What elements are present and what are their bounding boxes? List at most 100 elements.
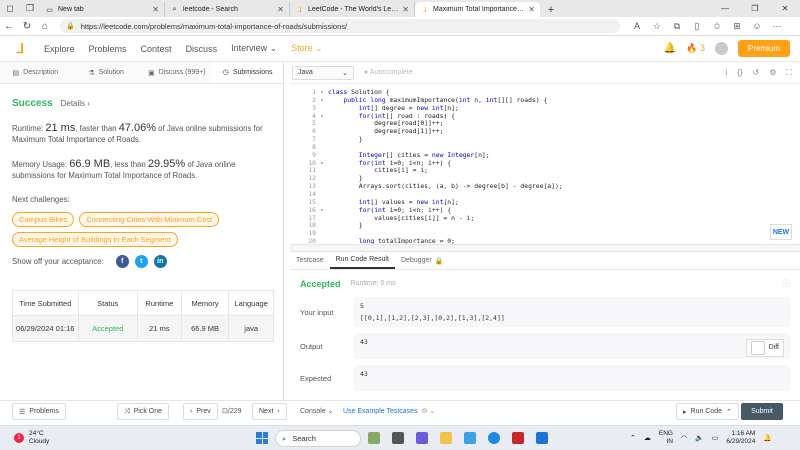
autocomplete-toggle[interactable]: ● Autocomplete [364, 69, 413, 76]
clock[interactable]: 1:16 AM 6/29/2024 [726, 430, 755, 446]
nav-store[interactable]: Store ⌄ [291, 43, 323, 54]
tab-solution[interactable]: ⚗ Solution [71, 62, 142, 83]
taskbar-chrome-icon[interactable] [488, 432, 500, 444]
premium-button[interactable]: Premium [737, 40, 790, 57]
taskbar-app-icon[interactable] [368, 432, 380, 444]
code-line[interactable]: 18 } [290, 221, 800, 230]
use-example-testcases-link[interactable]: Use Example Testcases ⊝ ⌄ [343, 407, 435, 415]
toggle-switch[interactable] [750, 341, 765, 355]
code-line[interactable]: 17 values[cities[i]] = n - i; [290, 214, 800, 223]
volume-icon[interactable]: 🔈 [695, 434, 704, 442]
tab-description[interactable]: ▤ Description [0, 62, 71, 83]
new-tab-plus-icon[interactable]: + [543, 4, 559, 16]
close-tab-icon[interactable]: ✕ [277, 5, 284, 14]
code-editor[interactable]: 1 ▾ class Solution {2 ▾ public long maximum… [290, 84, 800, 244]
notification-bell-icon[interactable]: 🔔 [664, 43, 676, 54]
close-tab-icon[interactable]: ✕ [152, 5, 159, 14]
taskbar-store-icon[interactable] [536, 432, 548, 444]
code-line[interactable]: 13 Arrays.sort(cities, (a, b) -> degree[… [290, 182, 800, 191]
language-select[interactable]: Java ⌄ [292, 65, 354, 80]
favorites-icon[interactable]: ✩ [710, 21, 724, 32]
code-line[interactable]: 6 degree[road[1]]++; [290, 127, 800, 136]
cloud-icon[interactable]: ☁ [644, 434, 651, 442]
browser-tab-new-tab[interactable]: ▭ New tab ✕ [40, 2, 165, 17]
profile-icon[interactable]: ◻ [3, 1, 17, 15]
tab-debugger[interactable]: Debugger 🔒 [395, 252, 449, 269]
browser-tab-problem[interactable]: ᒧ Maximum Total Importance of R ✕ [415, 2, 540, 17]
nav-explore[interactable]: Explore [44, 44, 75, 54]
back-arrow-icon[interactable]: ← [0, 21, 18, 32]
table-row[interactable]: 06/29/2024 01:16 Accepted 21 ms 66.9 MB … [13, 316, 273, 341]
battery-icon[interactable]: ▭ [712, 434, 719, 442]
close-window-icon[interactable]: ✕ [770, 0, 800, 17]
code-line[interactable]: 20 long totalImportance = 0; [290, 237, 800, 244]
favorite-star-icon[interactable]: ☆ [650, 21, 664, 32]
facebook-icon[interactable]: f [115, 255, 129, 268]
console-toggle[interactable]: Console ⌄ [300, 407, 334, 415]
challenge-chip[interactable]: Average Height of Buildings in Each Segm… [12, 232, 178, 247]
windows-start-icon[interactable] [256, 432, 268, 444]
profile-avatar-icon[interactable]: ☺ [750, 21, 764, 32]
tab-submissions[interactable]: ◷ Submissions [212, 62, 283, 83]
collections-icon[interactable]: ⊞ [730, 21, 744, 32]
next-button[interactable]: Next › [252, 403, 287, 420]
new-feature-button[interactable]: NEW [770, 224, 792, 240]
weather-widget[interactable]: 1 24°C Cloudy [14, 430, 49, 446]
minimize-icon[interactable]: — [710, 0, 740, 17]
close-tab-icon[interactable]: ✕ [402, 5, 409, 14]
tab-discuss[interactable]: ▣ Discuss (999+) [142, 62, 213, 83]
nav-interview[interactable]: Interview ⌄ [231, 43, 277, 54]
notification-bell-icon[interactable]: 🔔 [763, 434, 772, 442]
avatar[interactable] [714, 42, 728, 55]
code-braces-icon[interactable]: {} [737, 68, 742, 78]
diff-toggle[interactable]: Diff [745, 339, 784, 357]
details-link[interactable]: Details › [61, 99, 90, 108]
pick-one-button[interactable]: ⤨ Pick One [117, 403, 170, 420]
read-aloud-icon[interactable]: A [630, 21, 644, 32]
reset-icon[interactable]: ↺ [753, 68, 760, 78]
code-line[interactable]: 7 } [290, 135, 800, 144]
nav-problems[interactable]: Problems [89, 44, 127, 54]
more-options-icon[interactable]: ⋯ [770, 21, 784, 32]
run-code-button[interactable]: ▸ Run Code ⌃ [676, 403, 739, 420]
chevron-up-icon[interactable]: ⌃ [630, 434, 636, 442]
twitter-icon[interactable]: t [134, 255, 148, 268]
status-badge[interactable]: Accepted [79, 316, 139, 341]
tab-actions-icon[interactable]: ❐ [23, 1, 37, 15]
wifi-icon[interactable]: ◠ [681, 434, 687, 442]
panel-splitter[interactable] [290, 244, 800, 252]
taskbar-edge-icon[interactable] [464, 432, 476, 444]
url-field[interactable]: 🔒 https://leetcode.com/problems/maximum-… [60, 19, 620, 33]
prev-button[interactable]: ‹ Prev [183, 403, 218, 420]
info-icon[interactable]: ⓘ [782, 278, 790, 289]
problems-button[interactable]: ☰ Problems [12, 403, 66, 420]
close-tab-icon[interactable]: ✕ [528, 5, 535, 14]
extensions-icon[interactable]: ⧉ [670, 21, 684, 32]
nav-discuss[interactable]: Discuss [186, 44, 218, 54]
taskbar-task-view-icon[interactable] [392, 432, 404, 444]
settings-gear-icon[interactable]: ⚙ [769, 68, 776, 78]
language-indicator[interactable]: ENG IN [659, 430, 673, 446]
split-screen-icon[interactable]: ▯ [690, 21, 704, 32]
linkedin-icon[interactable]: in [153, 255, 167, 268]
taskbar-search[interactable]: ⌕ Search [275, 430, 361, 447]
browser-tab-leetcode[interactable]: ᒧ LeetCode - The World's Leading ✕ [290, 2, 415, 17]
taskbar-mcafee-icon[interactable] [512, 432, 524, 444]
challenge-chip[interactable]: Campus Bikes [12, 212, 75, 227]
code-line[interactable]: 11 cities[i] = i; [290, 167, 800, 175]
taskbar-file-explorer-icon[interactable] [440, 432, 452, 444]
info-icon[interactable]: i [725, 68, 727, 78]
streak-fire-icon[interactable]: 🔥 3 [686, 43, 705, 54]
refresh-icon[interactable]: ↻ [18, 21, 36, 32]
nav-contest[interactable]: Contest [141, 44, 172, 54]
restore-icon[interactable]: ❐ [740, 0, 770, 17]
home-icon[interactable]: ⌂ [36, 21, 54, 32]
leetcode-logo-icon[interactable]: ᒧ [13, 41, 27, 56]
challenge-chip[interactable]: Connecting Cities With Minimum Cost [79, 212, 220, 227]
tab-testcase[interactable]: Testcase [290, 252, 330, 269]
fullscreen-icon[interactable]: ⛶ [786, 68, 792, 78]
submit-button[interactable]: Submit [741, 403, 783, 420]
tab-run-code-result[interactable]: Run Code Result [329, 252, 395, 269]
browser-tab-search[interactable]: ⌕ leetcode - Search ✕ [165, 2, 290, 17]
taskbar-teams-icon[interactable] [416, 432, 428, 444]
